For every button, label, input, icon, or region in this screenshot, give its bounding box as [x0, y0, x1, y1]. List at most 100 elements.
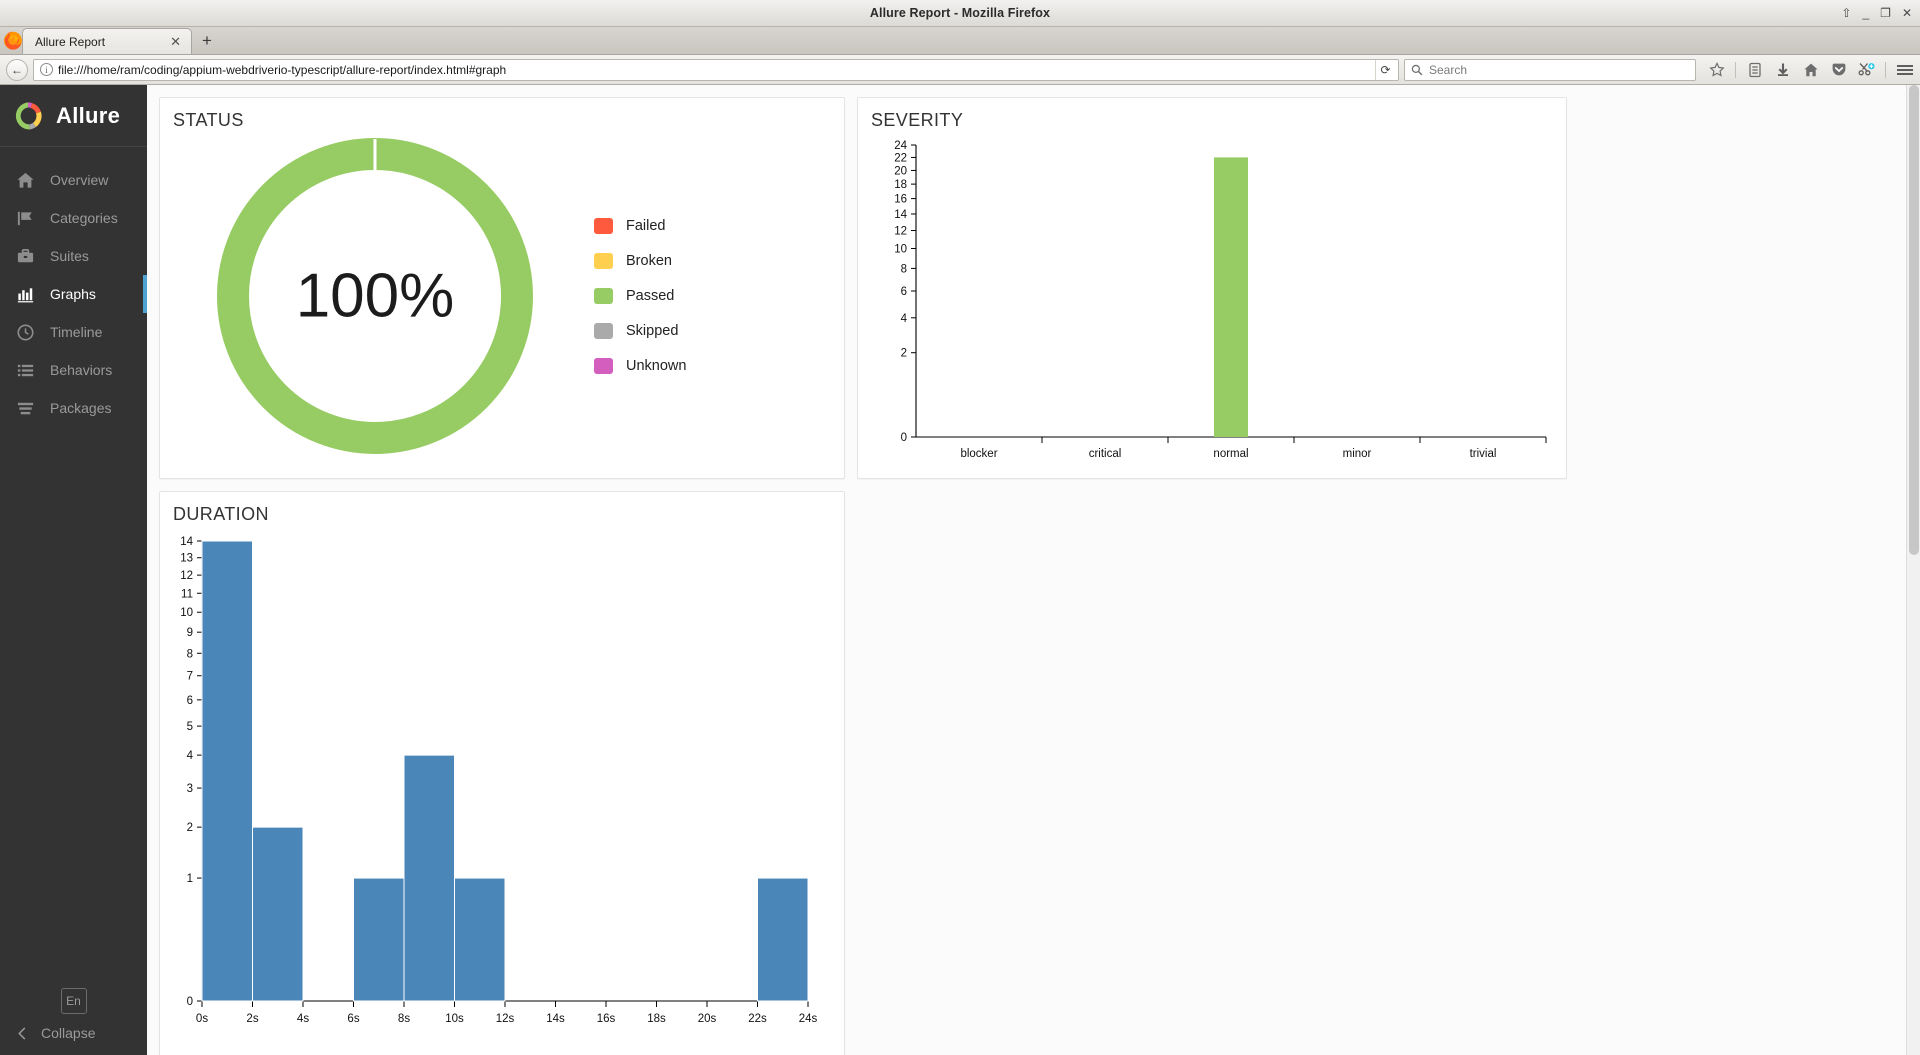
- severity-x-tick-label: critical: [1089, 448, 1122, 460]
- window-maximize-button[interactable]: ❐: [1880, 7, 1891, 19]
- sidebar-item-label: Graphs: [50, 286, 96, 302]
- collapse-button[interactable]: Collapse: [0, 1025, 147, 1041]
- legend-item-failed[interactable]: Failed: [594, 218, 686, 234]
- downloads-icon[interactable]: [1773, 60, 1792, 79]
- search-icon: [1411, 64, 1423, 76]
- clock-icon: [16, 323, 35, 342]
- duration-y-tick-label: 1: [187, 873, 193, 885]
- firefox-logo-icon: [2, 29, 24, 51]
- sidebar-item-behaviors[interactable]: Behaviors: [0, 351, 147, 389]
- duration-y-tick-label: 4: [187, 750, 194, 762]
- legend-swatch-passed: [594, 288, 613, 304]
- status-card-title: STATUS: [160, 98, 844, 131]
- sidebar-item-overview[interactable]: Overview: [0, 161, 147, 199]
- briefcase-icon: [16, 247, 35, 266]
- scrollbar-thumb[interactable]: [1909, 85, 1919, 555]
- legend-item-broken[interactable]: Broken: [594, 253, 686, 269]
- sidebar-item-label: Suites: [50, 248, 89, 264]
- page-info-icon[interactable]: i: [40, 63, 53, 76]
- reading-list-icon[interactable]: [1745, 60, 1764, 79]
- severity-bar-normal[interactable]: [1214, 157, 1248, 437]
- bookmark-star-icon[interactable]: [1707, 60, 1726, 79]
- pocket-icon[interactable]: [1829, 60, 1848, 79]
- sidebar-item-packages[interactable]: Packages: [0, 389, 147, 427]
- duration-x-tick-label: 4s: [297, 1013, 309, 1025]
- duration-bar-6s-8s[interactable]: [354, 878, 405, 1001]
- navigation-toolbar: ← i file:///home/ram/coding/appium-webdr…: [0, 55, 1920, 85]
- duration-bar-22s-24s[interactable]: [758, 878, 809, 1001]
- severity-card: SEVERITY 024681012141618202224blockercri…: [857, 97, 1567, 479]
- page-scrollbar[interactable]: [1906, 85, 1920, 1055]
- status-card-body: 100% Failed Broken: [160, 131, 844, 461]
- window-minimize-button[interactable]: _: [1862, 7, 1869, 19]
- sidebar-item-label: Packages: [50, 400, 111, 416]
- severity-y-tick-label: 20: [894, 165, 907, 177]
- window-controls: ⇧ _ ❐ ✕: [1841, 7, 1912, 19]
- window-close-button[interactable]: ✕: [1902, 7, 1912, 19]
- duration-y-tick-label: 9: [187, 627, 193, 639]
- duration-y-tick-label: 3: [187, 783, 193, 795]
- sidebar-item-timeline[interactable]: Timeline: [0, 313, 147, 351]
- allure-logo-icon: [11, 99, 45, 133]
- status-donut-chart[interactable]: 100%: [160, 131, 590, 461]
- duration-svg: 012345678910111213140s2s4s6s8s10s12s14s1…: [160, 531, 840, 1055]
- legend-label: Failed: [626, 218, 666, 234]
- severity-y-tick-label: 8: [901, 263, 907, 275]
- reload-icon[interactable]: ⟳: [1375, 60, 1395, 80]
- duration-y-tick-label: 7: [187, 671, 193, 683]
- donut-svg: 100%: [210, 131, 540, 461]
- legend-swatch-skipped: [594, 323, 613, 339]
- severity-y-tick-label: 14: [894, 209, 907, 221]
- legend-item-unknown[interactable]: Unknown: [594, 358, 686, 374]
- legend-item-skipped[interactable]: Skipped: [594, 323, 686, 339]
- duration-x-tick-label: 2s: [246, 1013, 258, 1025]
- browser-tab[interactable]: Allure Report ✕: [22, 28, 192, 54]
- home-icon[interactable]: [1801, 60, 1820, 79]
- sidebar-item-label: Overview: [50, 172, 108, 188]
- duration-x-tick-label: 18s: [647, 1013, 666, 1025]
- legend-label: Skipped: [626, 323, 678, 339]
- severity-x-tick-label: trivial: [1470, 448, 1497, 460]
- status-legend: Failed Broken Passed Skipped: [590, 218, 686, 374]
- sidebar-item-label: Behaviors: [50, 362, 112, 378]
- url-bar[interactable]: i file:///home/ram/coding/appium-webdriv…: [33, 59, 1399, 81]
- language-button[interactable]: En: [61, 988, 87, 1014]
- tab-close-icon[interactable]: ✕: [166, 34, 185, 50]
- tab-strip: Allure Report ✕ +: [0, 27, 1920, 55]
- new-tab-button[interactable]: +: [194, 28, 220, 54]
- duration-bar-0s-2s[interactable]: [202, 541, 253, 1001]
- duration-bar-2s-4s[interactable]: [253, 827, 304, 1001]
- home-icon: [16, 171, 35, 190]
- duration-y-tick-label: 10: [180, 607, 193, 619]
- stack-icon: [16, 399, 35, 418]
- duration-card-title: DURATION: [160, 492, 844, 525]
- sidebar-item-categories[interactable]: Categories: [0, 199, 147, 237]
- legend-item-passed[interactable]: Passed: [594, 288, 686, 304]
- duration-y-tick-label: 0: [187, 996, 193, 1008]
- browser-window: Allure Report - Mozilla Firefox ⇧ _ ❐ ✕ …: [0, 0, 1920, 1055]
- legend-swatch-failed: [594, 218, 613, 234]
- brand[interactable]: Allure: [0, 85, 147, 147]
- search-bar[interactable]: Search: [1404, 59, 1696, 81]
- duration-bar-10s-12s[interactable]: [455, 878, 506, 1001]
- back-button[interactable]: ←: [6, 59, 28, 81]
- brand-name: Allure: [56, 103, 120, 129]
- flag-icon: [16, 209, 35, 228]
- bar-chart-icon: [16, 285, 35, 304]
- window-title: Allure Report - Mozilla Firefox: [0, 6, 1920, 20]
- tab-title: Allure Report: [35, 35, 166, 49]
- duration-y-tick-label: 14: [180, 536, 193, 548]
- duration-x-tick-label: 10s: [445, 1013, 464, 1025]
- sidebar-item-graphs[interactable]: Graphs: [0, 275, 147, 313]
- window-titlebar: Allure Report - Mozilla Firefox ⇧ _ ❐ ✕: [0, 0, 1920, 27]
- menu-icon[interactable]: [1895, 60, 1914, 79]
- duration-y-tick-label: 8: [187, 648, 193, 660]
- window-restore-button[interactable]: ⇧: [1841, 7, 1851, 19]
- severity-chart[interactable]: 024681012141618202224blockercriticalnorm…: [858, 131, 1566, 482]
- duration-y-tick-label: 11: [181, 588, 193, 600]
- duration-bar-8s-10s[interactable]: [404, 755, 455, 1001]
- duration-chart[interactable]: 012345678910111213140s2s4s6s8s10s12s14s1…: [160, 525, 844, 1055]
- screenshot-icon[interactable]: [1857, 60, 1876, 79]
- sidebar-item-suites[interactable]: Suites: [0, 237, 147, 275]
- duration-card: DURATION 012345678910111213140s2s4s6s8s1…: [159, 491, 845, 1055]
